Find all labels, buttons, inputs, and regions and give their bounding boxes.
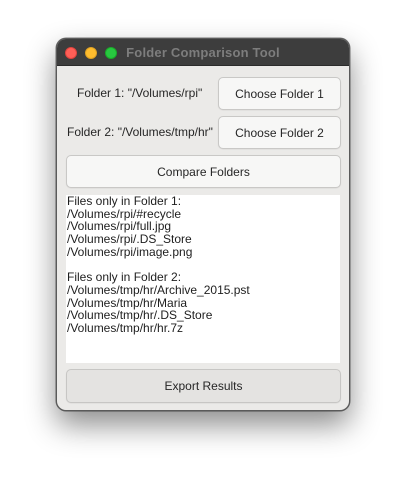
app-window: Folder Comparison Tool Folder 1: "/Volum…	[56, 38, 350, 411]
compare-folders-button[interactable]: Compare Folders	[66, 155, 341, 188]
result-line: /Volumes/tmp/hr/hr.7z	[67, 320, 184, 335]
result-line: /Volumes/tmp/hr/Archive_2015.pst	[67, 282, 250, 297]
window-title: Folder Comparison Tool	[126, 45, 280, 60]
result-line: /Volumes/rpi/image.png	[67, 244, 193, 259]
choose-folder1-button[interactable]: Choose Folder 1	[218, 77, 341, 110]
results-text-area[interactable]: Files only in Folder 1:/Volumes/rpi/#rec…	[66, 195, 340, 363]
choose-folder2-button[interactable]: Choose Folder 2	[218, 116, 341, 149]
folder1-path-label: Folder 1: "/Volumes/rpi"	[77, 86, 203, 100]
export-results-button[interactable]: Export Results	[66, 369, 341, 403]
result-line: /Volumes/tmp/hr/.DS_Store	[67, 308, 213, 323]
folder2-path-label: Folder 2: "/Volumes/tmp/hr"	[67, 125, 213, 139]
title-bar[interactable]: Folder Comparison Tool	[57, 39, 349, 66]
result-line: Files only in Folder 2:	[67, 270, 182, 285]
result-line: /Volumes/rpi/.DS_Store	[67, 232, 192, 247]
result-line: Files only in Folder 1:	[67, 195, 182, 208]
